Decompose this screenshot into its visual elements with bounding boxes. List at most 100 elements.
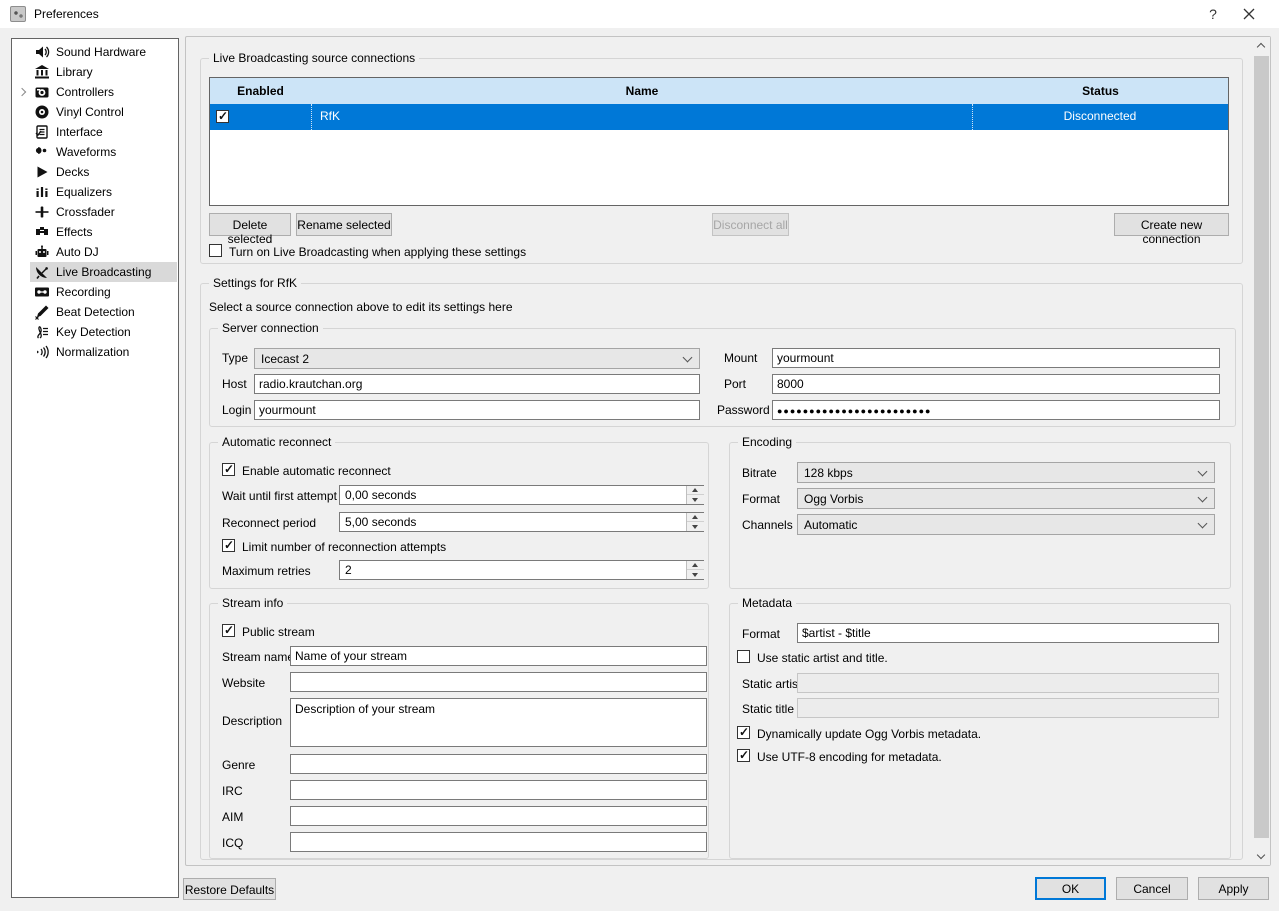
connection-name-cell: RfK xyxy=(311,104,973,130)
enable-automatic-reconnect-label: Enable automatic reconnect xyxy=(242,464,391,478)
static-artist-label: Static artist xyxy=(742,677,801,691)
scrollbar-up-button[interactable] xyxy=(1253,37,1270,54)
play-icon xyxy=(34,164,50,180)
close-icon xyxy=(1243,8,1255,20)
sidebar-item-decks[interactable]: Decks xyxy=(12,162,178,182)
settings-for-connection-group: Settings for RfK Select a source connect… xyxy=(200,283,1243,860)
host-input[interactable] xyxy=(254,374,700,394)
interface-icon xyxy=(34,124,50,140)
sidebar-item-crossfader[interactable]: Crossfader xyxy=(12,202,178,222)
sidebar-item-recording[interactable]: Recording xyxy=(12,282,178,302)
sidebar-item-vinyl-control[interactable]: Vinyl Control xyxy=(12,102,178,122)
stream-name-input[interactable] xyxy=(290,646,707,666)
maximum-retries-spinbox[interactable]: 2 xyxy=(339,560,704,580)
server-connection-group-label: Server connection xyxy=(218,321,323,335)
scrollbar-thumb[interactable] xyxy=(1254,56,1269,838)
website-input[interactable] xyxy=(290,672,707,692)
vinyl-icon xyxy=(34,104,50,120)
use-static-artist-title-label: Use static artist and title. xyxy=(757,651,888,665)
delete-selected-button[interactable]: Delete selected xyxy=(209,213,291,236)
limit-reconnection-attempts-checkbox[interactable] xyxy=(222,539,235,552)
aim-input[interactable] xyxy=(290,806,707,826)
stream-info-group-label: Stream info xyxy=(218,596,287,610)
irc-input[interactable] xyxy=(290,780,707,800)
sidebar-item-normalization[interactable]: Normalization xyxy=(12,342,178,362)
controller-icon xyxy=(34,84,50,100)
password-input[interactable] xyxy=(772,400,1220,420)
scrollbar-down-button[interactable] xyxy=(1253,848,1270,865)
public-stream-label: Public stream xyxy=(242,625,315,639)
port-input[interactable] xyxy=(772,374,1220,394)
wait-until-first-attempt-spinbox[interactable]: 0,00 seconds xyxy=(339,485,704,505)
stream-info-group: Stream info Public stream Stream name We… xyxy=(209,603,709,859)
icq-input[interactable] xyxy=(290,832,707,852)
column-header-status[interactable]: Status xyxy=(973,78,1228,104)
rename-selected-button[interactable]: Rename selected xyxy=(296,213,392,236)
format-combobox[interactable]: Ogg Vorbis xyxy=(797,488,1215,509)
ok-button[interactable]: OK xyxy=(1035,877,1106,900)
connection-enabled-checkbox[interactable] xyxy=(216,110,229,123)
equalizer-icon xyxy=(34,184,50,200)
sidebar-item-beat-detection[interactable]: Beat Detection xyxy=(12,302,178,322)
spin-down-icon xyxy=(692,573,698,577)
bitrate-combobox[interactable]: 128 kbps xyxy=(797,462,1215,483)
aim-label: AIM xyxy=(222,810,243,824)
column-header-enabled[interactable]: Enabled xyxy=(210,78,311,104)
scroll-up-icon xyxy=(1257,43,1265,51)
spin-down-icon xyxy=(692,525,698,529)
utf8-metadata-checkbox[interactable] xyxy=(737,749,750,762)
source-connections-group-label: Live Broadcasting source connections xyxy=(209,51,419,65)
enabled-cell xyxy=(210,104,311,130)
vertical-scrollbar[interactable] xyxy=(1253,37,1270,865)
genre-input[interactable] xyxy=(290,754,707,774)
metadata-format-input[interactable] xyxy=(797,623,1219,643)
close-button[interactable] xyxy=(1227,0,1271,28)
turn-on-broadcasting-checkbox[interactable] xyxy=(209,244,222,257)
server-connection-group: Server connection Type Icecast 2 Mount H… xyxy=(209,328,1236,427)
spin-buttons[interactable] xyxy=(686,513,703,531)
title-bar: Preferences ? xyxy=(0,0,1279,28)
sidebar-item-live-broadcasting[interactable]: Live Broadcasting xyxy=(12,262,178,282)
connections-table: Enabled Name Status RfK Disconnected xyxy=(209,77,1229,206)
sidebar-item-key-detection[interactable]: Key Detection xyxy=(12,322,178,342)
enable-automatic-reconnect-checkbox[interactable] xyxy=(222,463,235,476)
connections-table-header: Enabled Name Status xyxy=(210,78,1228,104)
sidebar-item-interface[interactable]: Interface xyxy=(12,122,178,142)
wait-until-first-attempt-label: Wait until first attempt xyxy=(222,489,337,503)
cancel-button[interactable]: Cancel xyxy=(1116,877,1188,900)
preferences-window: Preferences ? Sound Hardware Library Con… xyxy=(0,0,1279,911)
channels-combobox[interactable]: Automatic xyxy=(797,514,1215,535)
sidebar-item-controllers[interactable]: Controllers xyxy=(12,82,178,102)
spin-buttons[interactable] xyxy=(686,561,703,579)
sidebar-item-auto-dj[interactable]: Auto DJ xyxy=(12,242,178,262)
encoding-group-label: Encoding xyxy=(738,435,796,449)
public-stream-checkbox[interactable] xyxy=(222,624,235,637)
maximum-retries-label: Maximum retries xyxy=(222,564,311,578)
disconnect-all-button: Disconnect all xyxy=(712,213,789,236)
spin-up-icon xyxy=(692,515,698,519)
connection-row[interactable]: RfK Disconnected xyxy=(210,104,1228,130)
use-static-artist-title-checkbox[interactable] xyxy=(737,650,750,663)
restore-defaults-button[interactable]: Restore Defaults xyxy=(183,878,276,900)
description-textarea[interactable]: Description of your stream xyxy=(290,698,707,747)
sidebar-item-library[interactable]: Library xyxy=(12,62,178,82)
chevron-down-icon xyxy=(1198,467,1208,477)
column-header-name[interactable]: Name xyxy=(311,78,973,104)
irc-label: IRC xyxy=(222,784,243,798)
spin-up-icon xyxy=(692,563,698,567)
sidebar-item-sound-hardware[interactable]: Sound Hardware xyxy=(12,42,178,62)
create-new-connection-button[interactable]: Create new connection xyxy=(1114,213,1229,236)
limit-reconnection-attempts-label: Limit number of reconnection attempts xyxy=(242,540,446,554)
dynamically-update-metadata-checkbox[interactable] xyxy=(737,726,750,739)
crossfader-icon xyxy=(34,204,50,220)
login-input[interactable] xyxy=(254,400,700,420)
type-combobox[interactable]: Icecast 2 xyxy=(254,348,700,369)
metadata-group: Metadata Format Use static artist and ti… xyxy=(729,603,1231,859)
spin-buttons[interactable] xyxy=(686,486,703,504)
sidebar-item-equalizers[interactable]: Equalizers xyxy=(12,182,178,202)
apply-button[interactable]: Apply xyxy=(1198,877,1269,900)
sidebar-item-effects[interactable]: Effects xyxy=(12,222,178,242)
reconnect-period-spinbox[interactable]: 5,00 seconds xyxy=(339,512,704,532)
mount-input[interactable] xyxy=(772,348,1220,368)
sidebar-item-waveforms[interactable]: Waveforms xyxy=(12,142,178,162)
